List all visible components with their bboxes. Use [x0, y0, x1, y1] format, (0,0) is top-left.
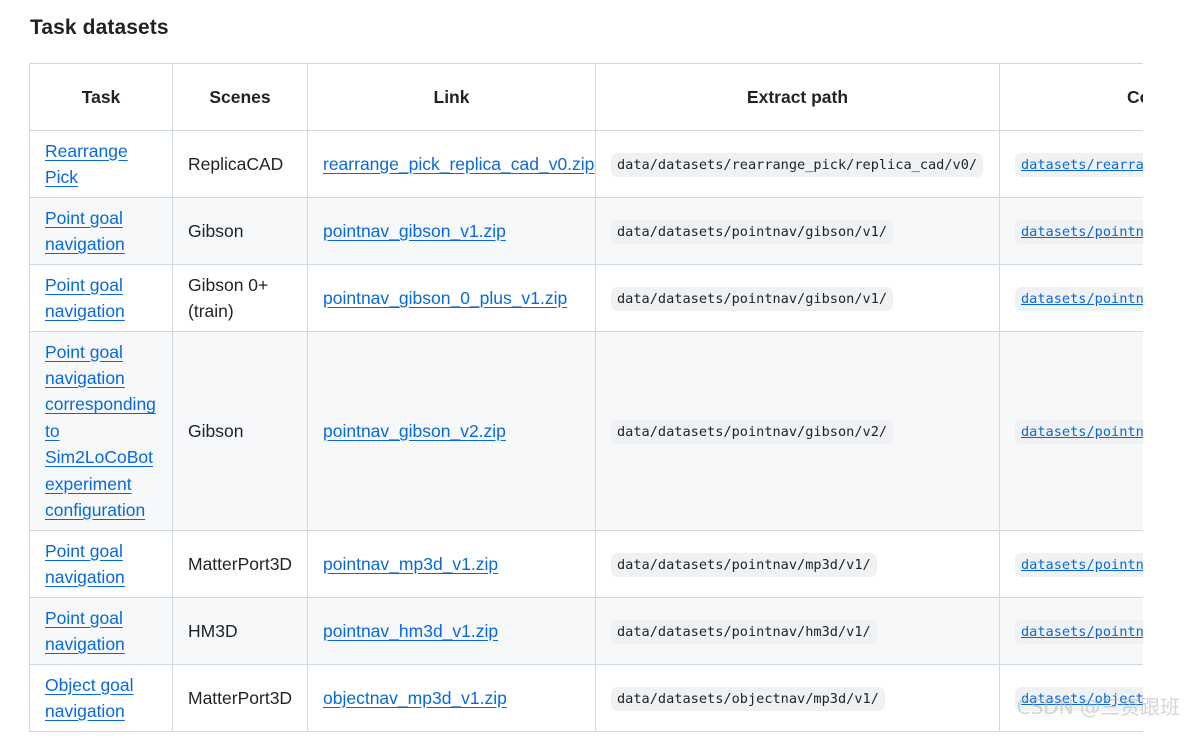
download-link[interactable]: pointnav_gibson_0_plus_v1.zip [323, 288, 567, 308]
download-link[interactable]: pointnav_gibson_v1.zip [323, 221, 506, 241]
config-cell: datasets/rearra [999, 130, 1143, 198]
config-code: datasets/pointn [1015, 552, 1143, 577]
section-heading: Task datasets [30, 16, 169, 39]
config-code: datasets/pointn [1015, 419, 1143, 444]
scenes-cell: Gibson [172, 331, 308, 531]
task-cell: Point goal navigation corresponding to S… [29, 331, 173, 531]
scenes-cell: Gibson 0+ (train) [172, 264, 308, 332]
download-link[interactable]: pointnav_hm3d_v1.zip [323, 621, 498, 641]
link-cell: pointnav_gibson_v1.zip [307, 197, 596, 265]
task-link[interactable]: Object goal navigation [45, 675, 134, 721]
task-link[interactable]: Point goal navigation [45, 208, 125, 254]
task-cell: Rearrange Pick [29, 130, 173, 198]
task-link[interactable]: Point goal navigation [45, 275, 125, 321]
extract-path-code: data/datasets/objectnav/mp3d/v1/ [611, 686, 885, 711]
task-cell: Point goal navigation [29, 530, 173, 598]
config-cell: datasets/pointn [999, 530, 1143, 598]
column-header-link: Link [307, 63, 596, 131]
config-cell: datasets/pointn [999, 264, 1143, 332]
table-row: Point goal navigation corresponding to S… [29, 331, 1143, 531]
datasets-table-container[interactable]: Task Scenes Link Extract path Co Rearran… [29, 63, 1143, 743]
scenes-cell: ReplicaCAD [172, 130, 308, 198]
link-cell: pointnav_gibson_v2.zip [307, 331, 596, 531]
config-link[interactable]: datasets/pointn [1015, 552, 1143, 577]
config-link[interactable]: datasets/pointn [1015, 286, 1143, 311]
extract-path-code: data/datasets/pointnav/mp3d/v1/ [611, 552, 877, 577]
config-cell: datasets/pointn [999, 197, 1143, 265]
scenes-cell: Gibson [172, 197, 308, 265]
config-link[interactable]: datasets/rearra [1015, 152, 1143, 177]
download-link[interactable]: objectnav_mp3d_v1.zip [323, 688, 507, 708]
extract-path-cell: data/datasets/rearrange_pick/replica_cad… [595, 130, 1000, 198]
task-cell: Point goal navigation [29, 264, 173, 332]
column-header-extract-path: Extract path [595, 63, 1000, 131]
config-link[interactable]: datasets/pointn [1015, 419, 1143, 444]
link-cell: pointnav_mp3d_v1.zip [307, 530, 596, 598]
extract-path-cell: data/datasets/pointnav/gibson/v1/ [595, 264, 1000, 332]
task-cell: Point goal navigation [29, 597, 173, 665]
link-cell: pointnav_gibson_0_plus_v1.zip [307, 264, 596, 332]
datasets-table: Task Scenes Link Extract path Co Rearran… [29, 63, 1143, 732]
task-cell: Object goal navigation [29, 664, 173, 732]
extract-path-cell: data/datasets/pointnav/hm3d/v1/ [595, 597, 1000, 665]
link-cell: objectnav_mp3d_v1.zip [307, 664, 596, 732]
config-link[interactable]: datasets/pointn [1015, 219, 1143, 244]
extract-path-code: data/datasets/rearrange_pick/replica_cad… [611, 152, 984, 177]
download-link[interactable]: pointnav_gibson_v2.zip [323, 421, 506, 441]
link-cell: rearrange_pick_replica_cad_v0.zip [307, 130, 596, 198]
table-row: Point goal navigation HM3D pointnav_hm3d… [29, 597, 1143, 665]
table-header-row: Task Scenes Link Extract path Co [29, 63, 1143, 131]
scenes-cell: HM3D [172, 597, 308, 665]
extract-path-code: data/datasets/pointnav/gibson/v1/ [611, 219, 894, 244]
table-row: Point goal navigation Gibson pointnav_gi… [29, 197, 1143, 265]
task-cell: Point goal navigation [29, 197, 173, 265]
config-link[interactable]: datasets/pointn [1015, 619, 1143, 644]
config-code: datasets/pointn [1015, 619, 1143, 644]
task-link[interactable]: Rearrange Pick [45, 141, 128, 187]
column-header-task: Task [29, 63, 173, 131]
watermark: CSDN @三资跟班 [1016, 695, 1180, 719]
config-code: datasets/rearra [1015, 152, 1143, 177]
extract-path-cell: data/datasets/objectnav/mp3d/v1/ [595, 664, 1000, 732]
task-link[interactable]: Point goal navigation [45, 608, 125, 654]
extract-path-cell: data/datasets/pointnav/mp3d/v1/ [595, 530, 1000, 598]
extract-path-code: data/datasets/pointnav/gibson/v1/ [611, 286, 894, 311]
extract-path-code: data/datasets/pointnav/gibson/v2/ [611, 419, 894, 444]
table-row: Object goal navigation MatterPort3D obje… [29, 664, 1143, 732]
download-link[interactable]: rearrange_pick_replica_cad_v0.zip [323, 154, 594, 174]
scenes-cell: MatterPort3D [172, 664, 308, 732]
task-link[interactable]: Point goal navigation [45, 541, 125, 587]
extract-path-code: data/datasets/pointnav/hm3d/v1/ [611, 619, 877, 644]
table-row: Point goal navigation MatterPort3D point… [29, 530, 1143, 598]
column-header-scenes: Scenes [172, 63, 308, 131]
link-cell: pointnav_hm3d_v1.zip [307, 597, 596, 665]
column-header-config: Co [999, 63, 1143, 131]
extract-path-cell: data/datasets/pointnav/gibson/v2/ [595, 331, 1000, 531]
table-row: Point goal navigation Gibson 0+ (train) … [29, 264, 1143, 332]
config-cell: datasets/pointn [999, 597, 1143, 665]
extract-path-cell: data/datasets/pointnav/gibson/v1/ [595, 197, 1000, 265]
config-code: datasets/pointn [1015, 286, 1143, 311]
scenes-cell: MatterPort3D [172, 530, 308, 598]
config-cell: datasets/pointn [999, 331, 1143, 531]
table-row: Rearrange Pick ReplicaCAD rearrange_pick… [29, 130, 1143, 198]
config-code: datasets/pointn [1015, 219, 1143, 244]
task-link[interactable]: Point goal navigation corresponding to S… [45, 342, 156, 520]
download-link[interactable]: pointnav_mp3d_v1.zip [323, 554, 498, 574]
